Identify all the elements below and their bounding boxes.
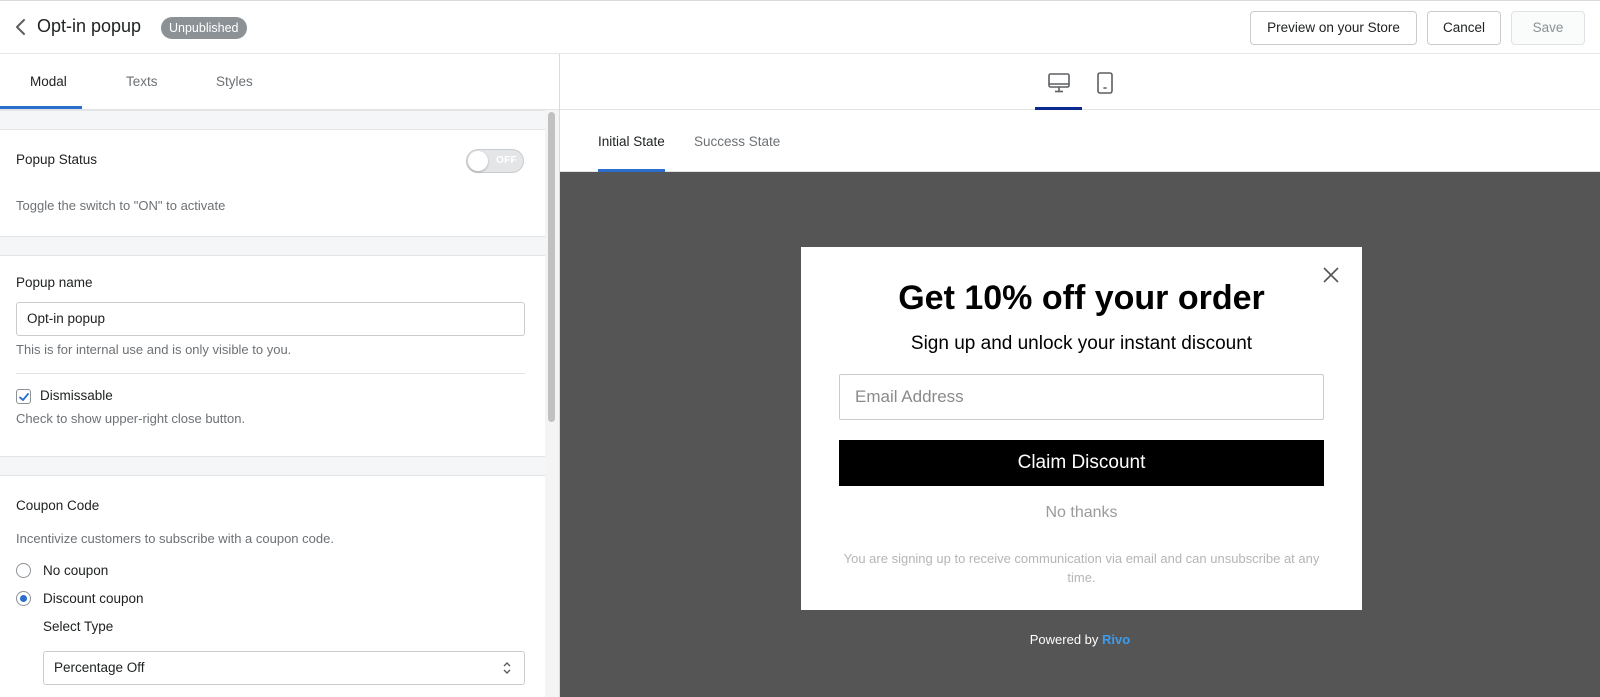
mobile-icon[interactable] (1096, 72, 1114, 99)
toggle-state-text: OFF (496, 155, 517, 166)
dismissable-checkbox[interactable] (16, 389, 31, 404)
popup-name-label: Popup name (16, 275, 93, 290)
preview-store-button[interactable]: Preview on your Store (1250, 11, 1417, 45)
status-badge: Unpublished (161, 17, 247, 39)
popup-status-toggle[interactable]: OFF (466, 149, 524, 173)
tab-success-state[interactable]: Success State (694, 134, 780, 149)
popup-name-help: This is for internal use and is only vis… (16, 342, 292, 357)
tab-styles[interactable]: Styles (216, 54, 253, 110)
dismissable-label: Dismissable (40, 388, 113, 403)
top-bar: Opt-in popup Unpublished Preview on your… (0, 0, 1600, 54)
toggle-knob (468, 151, 488, 171)
email-field[interactable]: Email Address (839, 374, 1324, 420)
powered-by: Powered by Rivo (560, 632, 1600, 647)
scrollbar-thumb[interactable] (548, 112, 555, 422)
chevron-left-icon[interactable] (12, 17, 30, 37)
select-type-label: Select Type (43, 619, 114, 634)
brand-link[interactable]: Rivo (1102, 632, 1130, 647)
section-divider (0, 110, 545, 130)
powered-by-text: Powered by (1029, 632, 1099, 647)
settings-panel: Modal Texts Styles Popup Status OFF Togg… (0, 54, 560, 697)
page-title: Opt-in popup (37, 16, 142, 36)
popup-status-help: Toggle the switch to "ON" to activate (16, 198, 226, 213)
save-button[interactable]: Save (1511, 11, 1585, 45)
settings-tabs: Modal Texts Styles (0, 54, 559, 110)
no-coupon-radio[interactable] (16, 563, 31, 578)
section-divider (0, 456, 545, 476)
discount-coupon-radio[interactable] (16, 591, 31, 606)
discount-coupon-label: Discount coupon (43, 591, 144, 606)
popup-heading: Get 10% off your order (898, 279, 1265, 317)
section-divider (0, 236, 545, 256)
desktop-icon[interactable] (1047, 72, 1071, 99)
device-toggle-bar (560, 54, 1600, 110)
dismissable-help: Check to show upper-right close button. (16, 411, 246, 426)
checkmark-icon (19, 393, 29, 401)
tab-initial-state[interactable]: Initial State (598, 134, 665, 149)
popup-name-input[interactable]: Opt-in popup (16, 302, 525, 336)
divider (16, 373, 525, 374)
popup-preview: Get 10% off your order Sign up and unloc… (801, 247, 1362, 610)
cancel-button[interactable]: Cancel (1427, 11, 1501, 45)
preview-panel: Initial State Success State Get 10% off … (560, 54, 1600, 697)
preview-canvas: Get 10% off your order Sign up and unloc… (560, 172, 1600, 697)
tab-texts[interactable]: Texts (126, 54, 158, 110)
popup-status-label: Popup Status (16, 152, 98, 167)
popup-disclaimer: You are signing up to receive communicat… (843, 551, 1320, 585)
select-arrows-icon (503, 662, 511, 674)
no-coupon-label: No coupon (43, 563, 109, 578)
no-thanks-link[interactable]: No thanks (801, 504, 1362, 522)
state-tabs: Initial State Success State (560, 110, 1600, 172)
coupon-code-label: Coupon Code (16, 498, 100, 513)
active-tab-indicator (0, 106, 82, 109)
coupon-code-help: Incentivize customers to subscribe with … (16, 531, 334, 546)
tab-modal[interactable]: Modal (30, 54, 67, 110)
select-type-value: Percentage Off (54, 660, 145, 675)
select-type-dropdown[interactable]: Percentage Off (43, 651, 525, 685)
claim-discount-button[interactable]: Claim Discount (839, 440, 1324, 486)
popup-subheading: Sign up and unlock your instant discount (910, 333, 1253, 354)
